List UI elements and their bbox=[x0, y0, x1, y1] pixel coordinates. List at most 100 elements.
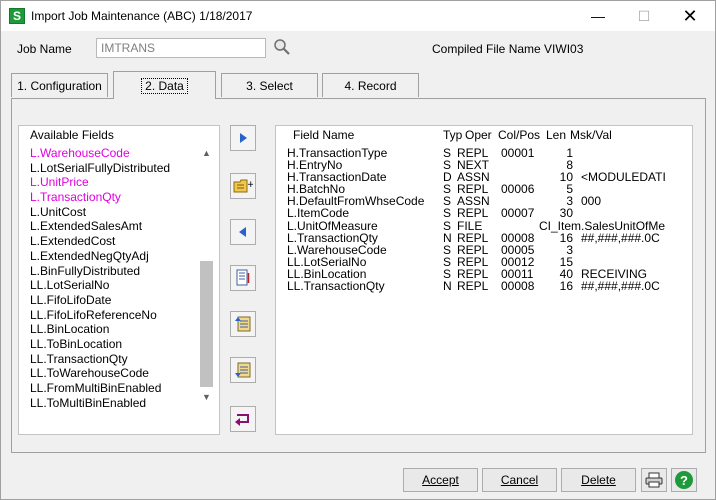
cell-field-name: L.TransactionQty bbox=[287, 230, 378, 245]
table-row[interactable]: H.TransactionDate D ASSN 10 <MODULEDATI bbox=[287, 171, 691, 183]
cancel-label: Cancel bbox=[500, 473, 539, 487]
scroll-thumb[interactable] bbox=[200, 261, 213, 387]
print-button[interactable] bbox=[641, 468, 667, 492]
cell-field-name: L.ItemCode bbox=[287, 206, 350, 221]
available-field-item[interactable]: LL.ToBinLocation bbox=[30, 337, 200, 352]
job-name-field[interactable]: IMTRANS bbox=[96, 38, 266, 58]
cell-colpos: 00008 bbox=[501, 230, 535, 245]
cell-len: CI_Item.SalesUnitOfMe bbox=[539, 218, 666, 233]
available-field-item[interactable]: LL.TransactionQty bbox=[30, 352, 200, 367]
delete-button[interactable]: Delete bbox=[561, 468, 636, 492]
cell-typ: S bbox=[443, 206, 452, 221]
tab-data[interactable]: 2. Data bbox=[113, 71, 216, 99]
cell-msk: 000 bbox=[581, 195, 602, 208]
tab-label: 3. Select bbox=[246, 78, 293, 93]
remove-field-button[interactable] bbox=[230, 219, 256, 245]
svg-text:+: + bbox=[247, 180, 253, 190]
title-bar: S Import Job Maintenance (ABC) 1/18/2017… bbox=[1, 1, 715, 31]
cell-typ: N bbox=[443, 230, 452, 245]
tab-select[interactable]: 3. Select bbox=[221, 73, 318, 97]
available-field-item[interactable]: L.ExtendedSalesAmt bbox=[30, 219, 200, 234]
move-down-button[interactable] bbox=[230, 357, 256, 383]
col-header-typ[interactable]: Typ bbox=[443, 128, 462, 142]
undo-icon bbox=[235, 414, 249, 426]
scroll-up-icon[interactable]: ▲ bbox=[198, 146, 215, 160]
cell-oper: REPL bbox=[457, 206, 489, 221]
cell-oper: REPL bbox=[457, 230, 489, 245]
move-up-icon bbox=[235, 316, 251, 332]
available-field-item[interactable]: LL.ToWarehouseCode bbox=[30, 366, 200, 381]
field-grid-rows: H.TransactionType S REPL 00001 1 H.EntryNo S NE… bbox=[287, 147, 691, 292]
table-row[interactable]: LL.TransactionQty N REPL 00008 16 ##,###,###.… bbox=[287, 280, 691, 292]
import-job-window: S Import Job Maintenance (ABC) 1/18/2017… bbox=[0, 0, 716, 500]
app-logo-icon: S bbox=[9, 8, 25, 24]
accept-label: Accept bbox=[422, 473, 459, 487]
tab-configuration[interactable]: 1. Configuration bbox=[11, 73, 108, 97]
cell-msk: ##,###,###.0C bbox=[581, 280, 660, 293]
tab-record[interactable]: 4. Record bbox=[322, 73, 419, 97]
available-field-item[interactable]: L.UnitCost bbox=[30, 205, 200, 220]
arrow-left-icon bbox=[239, 227, 246, 237]
col-header-len[interactable]: Len bbox=[546, 128, 566, 142]
move-up-button[interactable] bbox=[230, 311, 256, 337]
available-field-item[interactable]: L.TransactionQty bbox=[30, 190, 200, 205]
cell-field-name: LL.TransactionQty bbox=[287, 279, 385, 294]
available-field-item[interactable]: LL.BinLocation bbox=[30, 322, 200, 337]
available-field-item[interactable]: LL.LotSerialNo bbox=[30, 278, 200, 293]
available-field-item[interactable]: LL.FifoLifoDate bbox=[30, 293, 200, 308]
available-field-item[interactable]: L.WarehouseCode bbox=[30, 146, 200, 161]
available-field-item[interactable]: LL.FromMultiBinEnabled bbox=[30, 381, 200, 396]
available-fields-list[interactable]: L.WarehouseCode L.LotSerialFullyDistribut… bbox=[30, 146, 200, 410]
table-row[interactable]: L.TransactionQty N REPL 00008 16 ##,###,###.0… bbox=[287, 232, 691, 244]
cell-len: 16 bbox=[559, 230, 573, 245]
delete-label: Delete bbox=[581, 473, 616, 487]
available-field-item[interactable]: L.ExtendedCost bbox=[30, 234, 200, 249]
cell-oper: FILE bbox=[457, 218, 483, 233]
cancel-button[interactable]: Cancel bbox=[482, 468, 557, 492]
insert-field-button[interactable]: + bbox=[230, 173, 256, 199]
cell-msk: <MODULEDATI bbox=[581, 171, 666, 184]
undo-button[interactable] bbox=[230, 406, 256, 432]
available-field-item[interactable]: LL.FifoLifoReferenceNo bbox=[30, 308, 200, 323]
lookup-icon[interactable] bbox=[273, 38, 291, 56]
document-details-icon bbox=[236, 269, 250, 286]
window-title: Import Job Maintenance (ABC) 1/18/2017 bbox=[31, 9, 253, 23]
table-row[interactable]: H.TransactionType S REPL 00001 1 bbox=[287, 147, 691, 159]
cell-colpos: 00006 bbox=[501, 182, 535, 197]
cell-oper: REPL bbox=[457, 279, 489, 294]
available-field-item[interactable]: L.UnitPrice bbox=[30, 175, 200, 190]
job-name-label: Job Name bbox=[17, 42, 72, 56]
cell-field-name: L.UnitOfMeasure bbox=[287, 218, 378, 233]
cell-len: 16 bbox=[559, 279, 573, 294]
cell-typ: S bbox=[443, 218, 452, 233]
add-field-button[interactable] bbox=[230, 125, 256, 151]
cell-msk: RECEIVING bbox=[581, 267, 648, 281]
table-row[interactable]: L.ItemCode S REPL 00007 30 bbox=[287, 207, 691, 219]
available-fields-scrollbar[interactable]: ▲ ▼ bbox=[198, 146, 215, 408]
accept-button[interactable]: Accept bbox=[403, 468, 478, 492]
table-row[interactable]: L.UnitOfMeasure S FILE CI_Item.SalesUnitOfM… bbox=[287, 218, 691, 233]
field-details-button[interactable] bbox=[230, 265, 256, 291]
col-header-field-name[interactable]: Field Name bbox=[293, 128, 354, 142]
tab-label: 4. Record bbox=[344, 78, 397, 93]
folder-add-icon: + bbox=[233, 179, 253, 193]
help-icon: ? bbox=[675, 471, 693, 489]
available-field-item[interactable]: LL.ToMultiBinEnabled bbox=[30, 396, 200, 410]
col-header-colpos[interactable]: Col/Pos bbox=[498, 128, 540, 142]
available-field-item[interactable]: L.ExtendedNegQtyAdj bbox=[30, 249, 200, 264]
col-header-msk[interactable]: Msk/Val bbox=[570, 128, 612, 142]
available-field-item[interactable]: L.LotSerialFullyDistributed bbox=[30, 161, 200, 176]
available-fields-header: Available Fields bbox=[30, 128, 114, 142]
col-header-oper[interactable]: Oper bbox=[465, 128, 492, 142]
minimize-button[interactable]: — bbox=[575, 1, 621, 31]
compiled-file-name: Compiled File Name VIWI03 bbox=[432, 42, 584, 56]
available-field-item[interactable]: L.BinFullyDistributed bbox=[30, 264, 200, 279]
scroll-down-icon[interactable]: ▼ bbox=[198, 390, 215, 404]
maximize-button[interactable]: ☐ bbox=[621, 1, 667, 31]
cell-colpos: 00001 bbox=[501, 146, 535, 160]
cell-colpos: 00008 bbox=[501, 279, 535, 294]
close-button[interactable]: ✕ bbox=[667, 1, 713, 31]
tab-label: 1. Configuration bbox=[17, 78, 102, 93]
help-button[interactable]: ? bbox=[671, 468, 697, 492]
cell-msk: ##,###,###.0C bbox=[581, 231, 660, 244]
